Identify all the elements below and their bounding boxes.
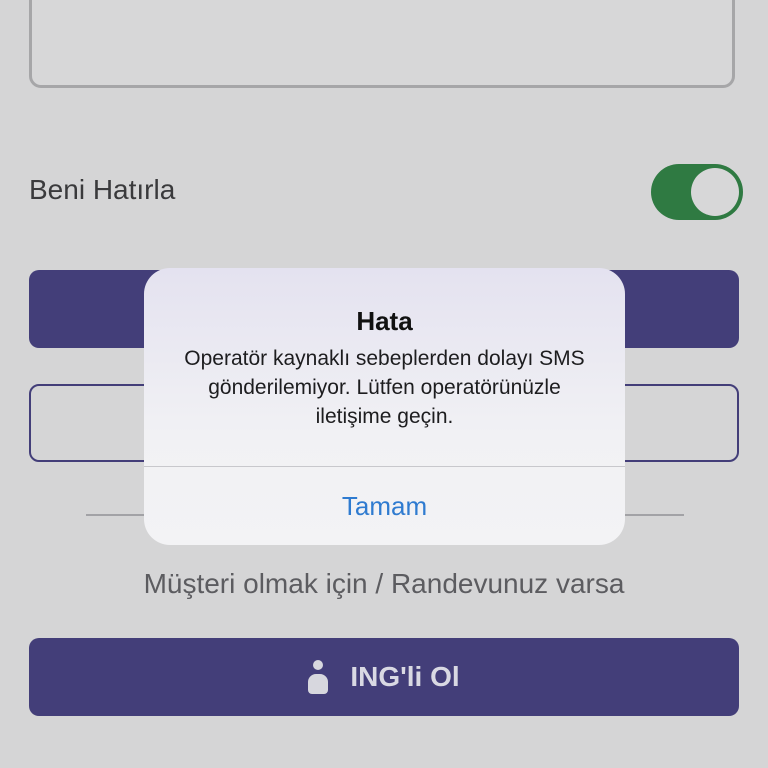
login-screen: Beni Hatırla Müşteri olmak için / Randev… <box>0 0 768 768</box>
person-icon-body <box>308 674 329 694</box>
person-icon <box>308 660 329 694</box>
remember-me-toggle[interactable] <box>651 164 743 220</box>
alert-ok-button[interactable]: Tamam <box>144 467 625 545</box>
remember-me-label: Beni Hatırla <box>29 174 176 205</box>
become-customer-button[interactable]: ING'li Ol <box>29 638 739 716</box>
alert-title: Hata <box>356 306 413 336</box>
error-alert-dialog: Hata Operatör kaynaklı sebeplerden dolay… <box>144 268 625 545</box>
become-customer-label: ING'li Ol <box>350 661 460 692</box>
customer-prompt-text: Müşteri olmak için / Randevunuz varsa <box>143 568 625 599</box>
person-icon-head <box>313 660 324 670</box>
text-input-field[interactable] <box>29 0 735 88</box>
toggle-knob <box>691 168 739 216</box>
alert-message: Operatör kaynaklı sebeplerden dolayı SMS… <box>184 347 585 428</box>
